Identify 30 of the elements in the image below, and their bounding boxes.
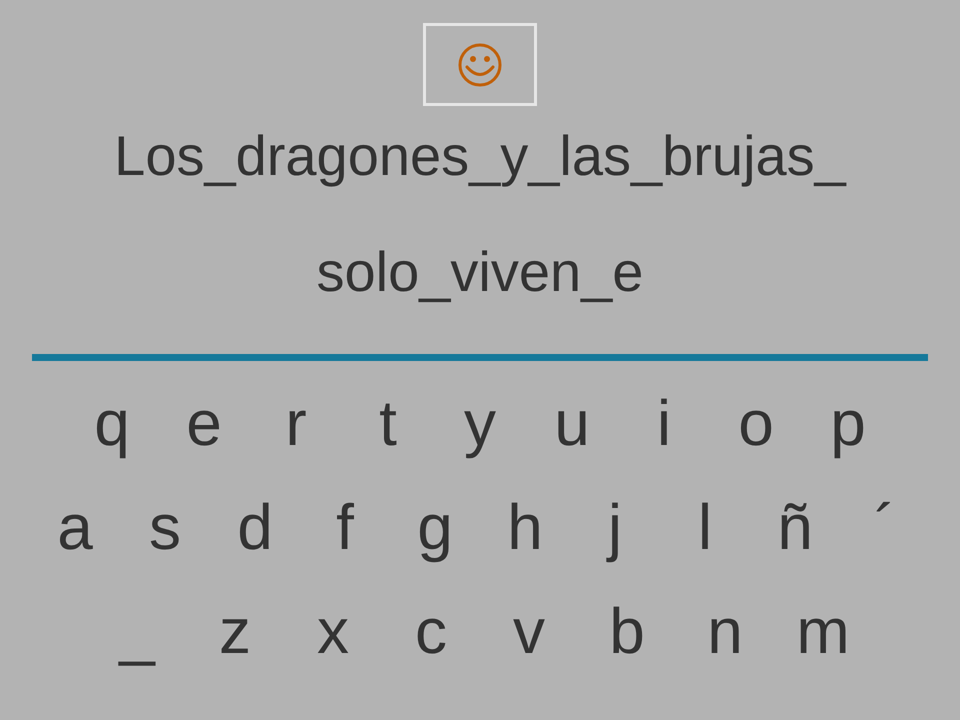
letter-key[interactable]: o — [710, 385, 802, 461]
letter-key[interactable]: r — [250, 385, 342, 461]
smiley-icon — [457, 42, 503, 88]
letter-key[interactable]: y — [434, 385, 526, 461]
letter-key[interactable]: q — [66, 385, 158, 461]
letter-key[interactable]: m — [774, 593, 872, 669]
letter-key[interactable]: h — [480, 489, 570, 565]
letter-key[interactable]: v — [480, 593, 578, 669]
letter-key[interactable]: d — [210, 489, 300, 565]
letter-key[interactable]: g — [390, 489, 480, 565]
letter-key[interactable]: a — [30, 489, 120, 565]
letter-key[interactable]: t — [342, 385, 434, 461]
phrase-line: solo_viven_e — [316, 239, 644, 305]
letter-key[interactable]: b — [578, 593, 676, 669]
letter-key[interactable]: j — [570, 489, 660, 565]
letter-key[interactable]: ñ — [750, 489, 840, 565]
letter-key[interactable]: _ — [88, 593, 186, 669]
letter-key[interactable]: s — [120, 489, 210, 565]
letter-key[interactable]: c — [382, 593, 480, 669]
letter-key[interactable]: u — [526, 385, 618, 461]
phrase-line: Los_dragones_y_las_brujas_ — [114, 123, 846, 189]
letter-key[interactable]: p — [802, 385, 894, 461]
letter-key[interactable]: z — [186, 593, 284, 669]
letter-key[interactable]: e — [158, 385, 250, 461]
letter-key[interactable]: x — [284, 593, 382, 669]
letter-key[interactable]: i — [618, 385, 710, 461]
letter-key[interactable]: ´ — [840, 489, 930, 565]
letter-key[interactable]: l — [660, 489, 750, 565]
letter-key[interactable]: f — [300, 489, 390, 565]
letter-key[interactable]: n — [676, 593, 774, 669]
